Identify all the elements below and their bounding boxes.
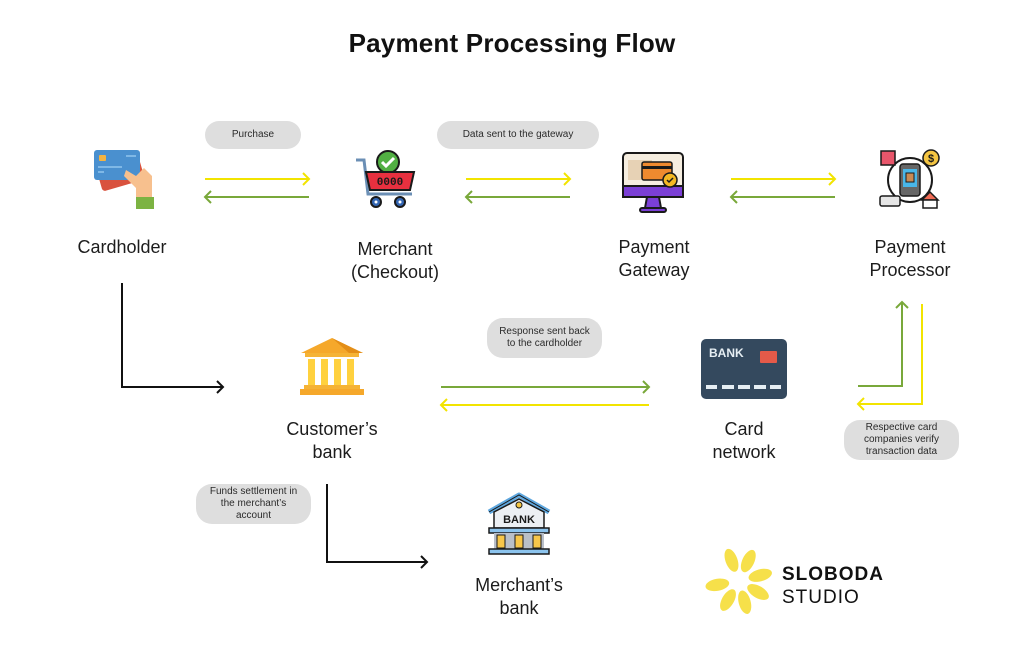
arrow-cardholder-to-merchant: [205, 172, 311, 186]
processor-label-line1: Payment: [874, 237, 946, 257]
step-response-text-2: to the cardholder: [506, 338, 583, 349]
customer-bank-label-line1: Customer’s: [286, 419, 378, 439]
step-purchase-text: Purchase: [231, 129, 275, 140]
step-response-text-1: Response sent back: [499, 326, 590, 337]
step-response: Response sent back to the cardholder: [487, 318, 602, 358]
shopping-cart-check-icon: 0000: [354, 150, 418, 214]
bank-building-sign-icon: BANK: [485, 492, 553, 558]
merchant-bank-label-line1: Merchant’s: [475, 575, 563, 595]
card-network-label-line1: Card: [724, 419, 764, 439]
bank-building-icon: [299, 337, 365, 397]
credit-cards-in-hand-icon: [92, 148, 154, 210]
bank-card-icon: BANK: [701, 339, 787, 399]
arrow-customer-bank-to-card-network: [441, 380, 651, 394]
node-label-card-network: Card network: [664, 418, 824, 464]
monitor-card-payment-icon: [620, 150, 686, 216]
logo-line1: SLOBODA: [782, 564, 884, 585]
node-label-merchant-bank: Merchant’s bank: [439, 574, 599, 620]
page-title: Payment Processing Flow: [348, 28, 676, 58]
processor-label-line2: Processor: [869, 260, 951, 280]
step-data-to-gateway: Data sent to the gateway: [437, 121, 599, 149]
node-label-processor: Payment Processor: [830, 236, 990, 282]
arrow-merchant-to-cardholder: [203, 190, 309, 204]
step-verify-text-3: transaction data: [865, 446, 938, 457]
arrow-card-network-to-processor: [858, 300, 909, 387]
node-label-customer-bank: Customer’s bank: [252, 418, 412, 464]
cardholder-label: Cardholder: [77, 237, 167, 257]
gateway-label-line1: Payment: [618, 237, 690, 257]
arrow-customer-bank-to-merchant-bank: [326, 484, 429, 569]
merchant-bank-sign-text: BANK: [503, 514, 535, 526]
step-verify-text-1: Respective card: [865, 422, 938, 433]
step-settlement-text-1: Funds settlement in: [209, 486, 298, 497]
logo-line2: STUDIO: [782, 587, 860, 608]
step-settlement-text-2: the merchant’s: [220, 498, 287, 509]
svg-text:0000: 0000: [377, 177, 403, 189]
merchant-label-line1: Merchant: [357, 239, 433, 259]
arrow-gateway-to-merchant: [464, 190, 570, 204]
mobile-payment-processing-icon: $: [878, 148, 942, 212]
merchant-label-line2: (Checkout): [350, 262, 440, 282]
step-verify: Respective card companies verify transac…: [844, 420, 959, 460]
node-label-merchant: Merchant (Checkout): [315, 238, 475, 284]
arrow-gateway-to-processor: [731, 172, 837, 186]
gateway-label-line2: Gateway: [618, 260, 690, 280]
step-purchase: Purchase: [205, 121, 301, 149]
step-settlement-text-3: account: [235, 510, 272, 521]
svg-text:$: $: [928, 153, 934, 165]
node-label-cardholder: Cardholder: [42, 236, 202, 259]
node-label-gateway: Payment Gateway: [574, 236, 734, 282]
card-network-label-line2: network: [712, 442, 776, 462]
arrow-cardholder-to-customer-bank: [121, 283, 225, 394]
card-bank-text: BANK: [709, 346, 744, 360]
step-data-to-gateway-text: Data sent to the gateway: [462, 129, 574, 140]
step-verify-text-2: companies verify: [863, 434, 940, 445]
sloboda-flower-logo-icon: [704, 546, 774, 616]
step-settlement: Funds settlement in the merchant’s accou…: [196, 484, 311, 524]
arrow-card-network-to-customer-bank: [439, 398, 649, 412]
merchant-bank-label-line2: bank: [499, 598, 539, 618]
arrow-processor-to-gateway: [729, 190, 835, 204]
arrow-merchant-to-gateway: [466, 172, 572, 186]
customer-bank-label-line2: bank: [312, 442, 352, 462]
arrow-processor-to-card-network: [856, 304, 923, 411]
